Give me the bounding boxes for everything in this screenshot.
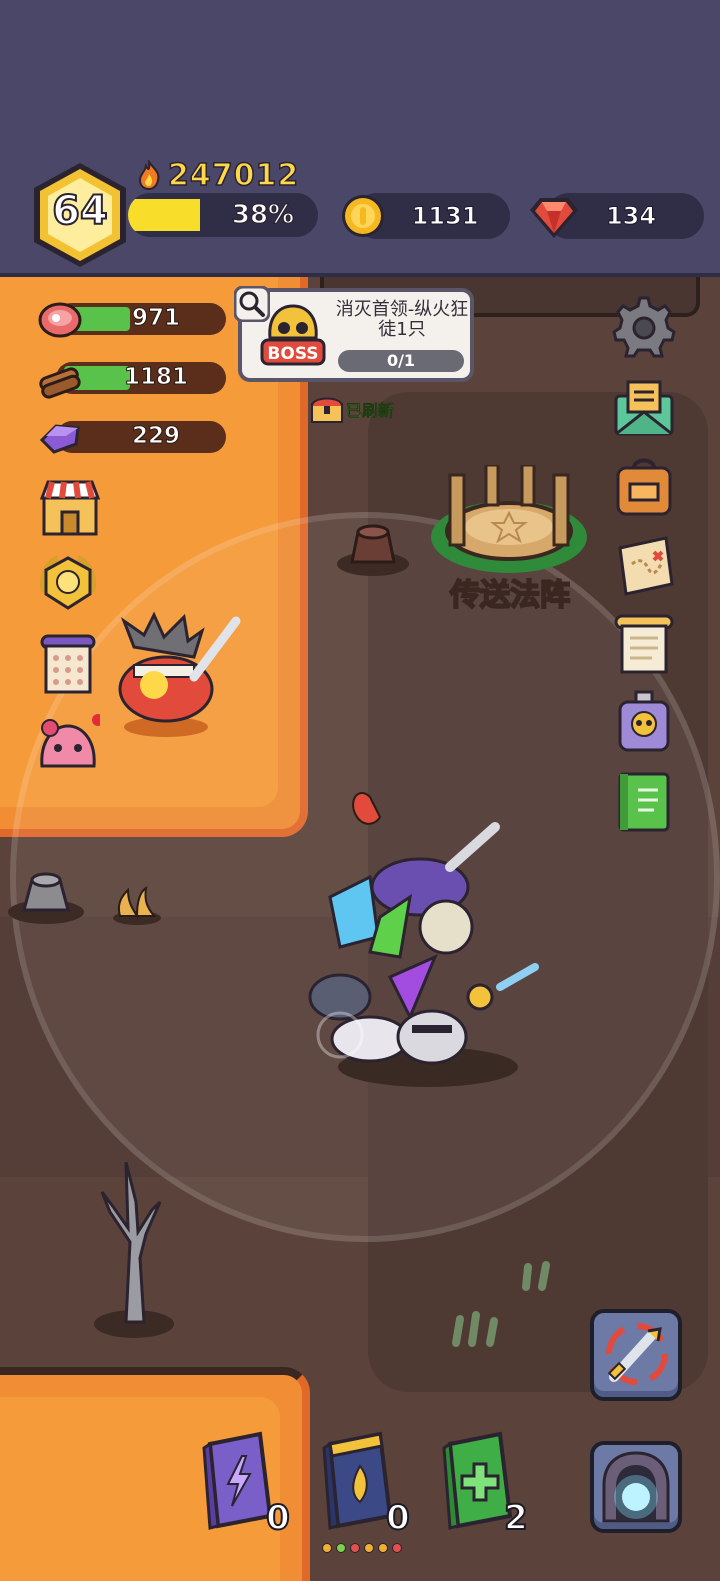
- portal-altar-icon[interactable]: [428, 465, 590, 575]
- heal-book-count: 2: [503, 1497, 529, 1539]
- fire-book-count: 0: [385, 1497, 411, 1539]
- quest-scroll-icon[interactable]: [612, 612, 676, 676]
- boss-badge-label: BOSS: [267, 344, 318, 364]
- power-display: 247012: [136, 157, 300, 194]
- quest-progress-text: 0/1: [386, 351, 416, 370]
- page-dot: [364, 1543, 374, 1553]
- treasure-map-icon[interactable]: [612, 534, 676, 598]
- quest-card[interactable]: BOSS 消灭首领-纵火狂徒1只 0/1: [238, 288, 474, 382]
- swords-icon: [606, 1323, 668, 1385]
- stone-portal-icon: [602, 1451, 670, 1523]
- quest-title: 消灭首领-纵火狂徒1只: [335, 299, 469, 340]
- coin-icon: [342, 195, 384, 237]
- summon-portal-button[interactable]: [590, 1441, 682, 1533]
- ore-value: 229: [131, 423, 180, 450]
- meat-icon: [38, 302, 82, 338]
- game-screen: 64 247012 38% 1131 134 971 1181 229 BOSS…: [0, 0, 720, 1581]
- enemy-boss-icon[interactable]: [104, 607, 244, 737]
- xp-percent: 38%: [231, 199, 295, 230]
- grass-tuft-icon: [522, 1261, 550, 1291]
- dry-grass-icon: [113, 885, 161, 925]
- tree-stump-icon: [337, 524, 409, 576]
- meat-value: 971: [131, 305, 180, 332]
- backpack-icon[interactable]: [612, 454, 676, 518]
- ruby-gem-icon: [530, 198, 578, 238]
- quest-progress-bar: 0/1: [338, 350, 464, 372]
- gear-icon[interactable]: [612, 294, 676, 358]
- status-bar: 64 247012 38% 1131 134: [0, 0, 720, 277]
- dead-tree-icon: [94, 1162, 174, 1338]
- flame-icon: [138, 160, 160, 190]
- coin-value: 1131: [411, 202, 479, 231]
- wood-value: 1181: [123, 364, 188, 391]
- skull-potion-icon[interactable]: [612, 690, 676, 754]
- gem-value: 134: [605, 202, 657, 231]
- player-level: 64: [51, 187, 109, 235]
- treasure-chest-icon: [311, 397, 343, 423]
- hero-squad-icon[interactable]: [300, 787, 550, 1087]
- calendar-scroll-icon[interactable]: [36, 632, 100, 696]
- grass-tuft-icon: [452, 1311, 498, 1347]
- portal-label: 传送法阵: [449, 577, 571, 614]
- auto-battle-button[interactable]: [590, 1309, 682, 1401]
- achievement-medal-icon[interactable]: [36, 552, 100, 616]
- purple-ore-icon: [39, 424, 80, 454]
- tree-stump-icon: [8, 872, 84, 924]
- page-dot: [322, 1543, 332, 1553]
- refresh-status: 已刷新: [346, 401, 395, 421]
- page-dot: [350, 1543, 360, 1553]
- wood-logs-icon: [39, 367, 81, 399]
- magnifier-icon[interactable]: [234, 286, 270, 322]
- codex-book-icon[interactable]: [612, 770, 676, 834]
- power-value: 247012: [167, 157, 300, 194]
- chest-refresh-indicator[interactable]: 已刷新: [310, 394, 394, 424]
- mail-icon[interactable]: [612, 376, 676, 440]
- xp-bar: 38%: [128, 193, 318, 237]
- page-indicator-dots: [322, 1543, 402, 1553]
- page-dot: [378, 1543, 388, 1553]
- page-dot: [336, 1543, 346, 1553]
- pink-slime-pet-icon[interactable]: [36, 710, 100, 774]
- page-dot: [392, 1543, 402, 1553]
- lightning-book-count: 0: [265, 1497, 291, 1539]
- shop-icon[interactable]: [38, 476, 102, 540]
